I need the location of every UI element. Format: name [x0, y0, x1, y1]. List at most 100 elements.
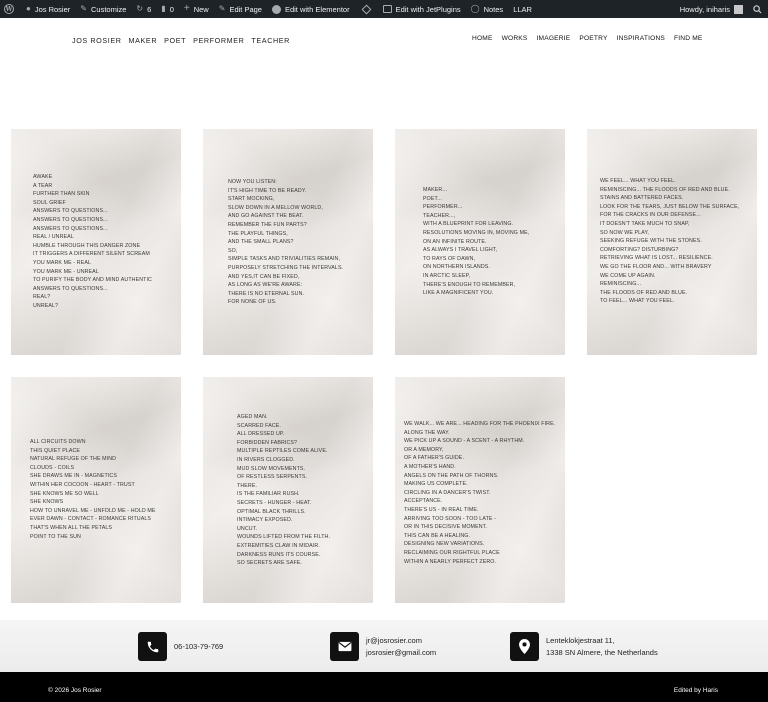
poem-line: THAT'S WHEN ALL THE PETALS [30, 524, 113, 531]
poem-line: WITH A BLUEPRINT FOR LEAVING. [423, 221, 514, 228]
site-name-link[interactable]: ● Jos Rosier [21, 0, 75, 18]
poem-line: IS THE FAMILIAR RUSH. [237, 491, 300, 498]
poem-line: THERE. [237, 482, 258, 489]
contact-email[interactable]: jr@josrosier.com josrosier@gmail.com [330, 632, 436, 661]
comment-icon: ▮ [161, 4, 166, 13]
poem-line: THERE IS NO ETERNAL SUN. [228, 290, 305, 297]
poem-line: SEEKING REFUGE WITH THE STONES. [600, 238, 702, 245]
poem-line: FOR THE CRACKS IN OUR DEFENSE... [600, 212, 701, 219]
map-pin-icon [510, 632, 539, 661]
poem-line: ANSWERS TO QUESTIONS... [33, 208, 108, 215]
admin-search[interactable] [748, 0, 768, 18]
poem-card[interactable]: AWAKE A TEAR FURTHER THAN SKIN SOUL GRIEF AN… [11, 129, 181, 355]
nav-item-find-me[interactable]: FIND ME [674, 35, 703, 42]
brand-name: JOS ROSIER [72, 36, 122, 45]
nav-item-imagerie[interactable]: IMAGERIE [537, 35, 571, 42]
site-branding[interactable]: JOS ROSIER MAKER POET PERFORMER TEACHER [72, 36, 290, 45]
notes-link[interactable]: ◯ Notes [466, 0, 509, 18]
poem-line: EXTREMITIES CLAW IN MIDAIR. [237, 542, 320, 549]
wordpress-menu[interactable]: W [0, 0, 21, 18]
avatar [734, 4, 743, 14]
nav-item-home[interactable]: HOME [472, 35, 493, 42]
poem-line: MAKER... [423, 187, 448, 193]
poem-line: RECLAIMING OUR RIGHTFUL PLACE [404, 549, 500, 556]
diamond-icon [361, 4, 372, 14]
wordpress-logo-icon: W [4, 4, 14, 14]
poem-line: REMINISCING... [600, 281, 642, 288]
poem-line: ANGELS ON THE PATH OF THORNS. [404, 472, 499, 479]
edit-with-jetplugins-link[interactable]: Edit with JetPlugins [378, 0, 466, 18]
updates-link[interactable]: ↻ 6 [131, 0, 156, 18]
poem-card[interactable]: WE WALK... WE ARE... HEADING FOR THE PHO… [395, 377, 565, 603]
site-header: JOS ROSIER MAKER POET PERFORMER TEACHER … [0, 18, 768, 62]
nav-item-inspirations[interactable]: INSPIRATIONS [617, 35, 665, 42]
poem-line: REMEMBER THE FUN PARTS? [228, 221, 307, 228]
poem-line: MULTIPLE REPTILES COME ALIVE. [237, 448, 328, 455]
poem-line: THE PLAYFUL THINGS, [228, 230, 288, 237]
poem-card[interactable]: WE FEEL... WHAT YOU FEEL. REMINISCING... … [587, 129, 757, 355]
poem-card[interactable]: ALL CIRCUITS DOWN THIS QUIET PLACE NATURAL… [11, 377, 181, 603]
poem-line: IT DOESN'T TAKE MUCH TO SNAP, [600, 220, 690, 227]
poem-card[interactable]: MAKER... POET... PERFORMER... TEACHER..., WI… [395, 129, 565, 355]
poem-text: MAKER... POET... PERFORMER... TEACHER..., WI… [423, 186, 529, 298]
poem-line: CIRCLING IN A DANCER'S TWIST. [404, 489, 491, 496]
poem-line: POINT TO THE SUN [30, 533, 81, 540]
poem-line: WE PICK UP A SOUND - A SCENT - A RHYTHM. [404, 438, 525, 445]
nav-item-works[interactable]: WORKS [502, 35, 528, 42]
poem-line: WITHIN A NEARLY PERFECT ZERO. [404, 558, 497, 565]
footer-credit: Edited by Haris [673, 687, 718, 694]
poem-line: WE FEEL... WHAT YOU FEEL. [600, 178, 676, 184]
edit-page-link[interactable]: ✎ Edit Page [214, 0, 267, 18]
email-secondary[interactable]: josrosier@gmail.com [366, 647, 436, 659]
poem-card[interactable]: AGED MAN. SCARRED FACE. ALL DRESSED UP. FOR… [203, 377, 373, 603]
diamond-menu[interactable] [355, 0, 378, 18]
poem-line: MUD SLOW MOVEMENTS. [237, 465, 306, 472]
poem-line: NOW YOU LISTEN: [228, 179, 277, 185]
edit-with-elementor-link[interactable]: Edit with Elementor [267, 0, 355, 18]
poem-text: WE WALK... WE ARE... HEADING FOR THE PHO… [404, 420, 555, 566]
poem-line: SCARRED FACE. [237, 422, 281, 429]
poem-line: SO SECRETS ARE SAFE. [237, 560, 302, 567]
llar-link[interactable]: LLAR [508, 0, 537, 18]
account-menu[interactable]: Howdy, iniharis [675, 0, 748, 18]
poem-line: ALL CIRCUITS DOWN [30, 439, 86, 445]
poem-line: AND GO AGAINST THE BEAT. [228, 213, 304, 220]
poem-line: SHE DRAWS ME IN - MAGNETICS [30, 473, 117, 480]
poem-line: ANSWERS TO QUESTIONS... [33, 216, 108, 223]
poem-line: UNCUT. [237, 525, 258, 532]
poem-line: TO RAYS OF DAWN, [423, 255, 476, 262]
poem-line: IN RIVERS CLOGGED. [237, 456, 295, 463]
poem-line: SHE KNOWS ME SO WELL [30, 490, 99, 497]
brand-role: POET [164, 36, 187, 45]
poem-line: FORBIDDEN FABRICS? [237, 439, 298, 446]
email-primary[interactable]: jr@josrosier.com [366, 635, 436, 647]
admin-bar: W ● Jos Rosier ✎ Customize ↻ 6 ▮ 0 + New… [0, 0, 768, 18]
poem-line: PURPOSELY STRETCHING THE INTERVALS. [228, 264, 344, 271]
poem-line: THE FLOODS OF RED AND BLUE. [600, 289, 688, 296]
poem-line: WE GO THE FLOOR AND... WITH BRAVERY [600, 263, 712, 270]
poem-line: IT'S HIGH TIME TO BE READY. [228, 187, 307, 194]
new-content-link[interactable]: + New [179, 0, 214, 18]
poem-line: A MOTHER'S HAND. [404, 463, 456, 470]
nav-item-poetry[interactable]: POETRY [579, 35, 607, 42]
poem-line: ARRIVING TOO SOON - TOO LATE - [404, 515, 496, 522]
poem-line: MAKING US COMPLETE. [404, 481, 468, 488]
customize-link[interactable]: ✎ Customize [75, 0, 131, 18]
poem-line: OR IN THIS DECISIVE MOMENT. [404, 524, 487, 531]
contact-address[interactable]: Lenteklokjestraat 11, 1338 SN Almere, th… [510, 632, 658, 661]
poem-line: ANSWERS TO QUESTIONS... [33, 285, 108, 292]
poem-line: IT TRIGGERS A DIFFERENT SILENT SCREAM [33, 251, 150, 258]
poem-line: YOU MARK ME - UNREAL [33, 268, 99, 275]
comments-link[interactable]: ▮ 0 [156, 0, 179, 18]
poem-line: SOUL GRIEF [33, 199, 66, 206]
poem-line: STAINS AND BATTERED FACES. [600, 195, 684, 202]
brush-icon: ✎ [80, 4, 87, 13]
poem-line: AND THE SMALL PLANS? [228, 239, 294, 246]
poem-line: ALL DRESSED UP. [237, 431, 285, 438]
contact-phone[interactable]: 06-103-79-769 [138, 632, 223, 661]
comments-count: 0 [169, 4, 174, 14]
poem-text: NOW YOU LISTEN: IT'S HIGH TIME TO BE READ… [228, 178, 343, 307]
poem-card[interactable]: NOW YOU LISTEN: IT'S HIGH TIME TO BE READ… [203, 129, 373, 355]
copyright-text: © 2026 Jos Rosier [48, 687, 102, 694]
poem-line: UNREAL? [33, 302, 59, 309]
